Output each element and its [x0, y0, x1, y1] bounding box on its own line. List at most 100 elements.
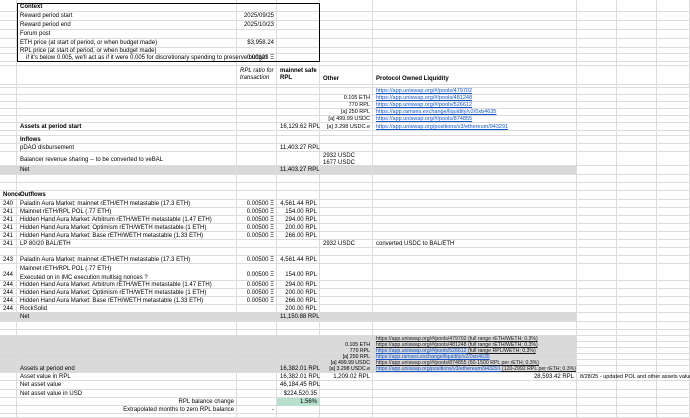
pol-link[interactable]: https://app.uniswap.org/#/pools/481248 — [376, 95, 472, 101]
outflow-nonce[interactable]: 244 — [0, 281, 17, 289]
outflow-desc[interactable]: Hidden Hand Aura Market: Optimism rETH/W… — [17, 224, 237, 232]
context-header[interactable]: Context — [17, 3, 237, 12]
outflow-desc[interactable]: Paladin Aura Market: mainnet rETH/ETH me… — [17, 256, 237, 264]
value-rpl-balance-change[interactable]: 1.56% — [277, 398, 320, 406]
outflow-amount[interactable]: 154.00 RPL — [277, 272, 320, 279]
col-header-other[interactable]: Other — [320, 76, 373, 83]
value-outflows-net[interactable]: 11,150.88 RPL — [277, 313, 320, 322]
other-asset[interactable]: [a] 499.99 USDC — [320, 116, 373, 123]
value-balancer-usdc[interactable]: 2932 USDC 1677 USDC — [320, 152, 373, 166]
outflow-amount[interactable]: 154.00 RPL — [277, 208, 320, 216]
pol-link[interactable]: https://app.uniswap.org/positions/v3/eth… — [373, 123, 577, 131]
outflow-nonce[interactable]: 241 — [0, 208, 17, 216]
outflow-amount[interactable]: 294.00 RPL — [277, 216, 320, 224]
outflow-desc[interactable]: Hidden Hand Aura Market: Arbitrum rETH/W… — [17, 216, 237, 224]
other-asset[interactable]: [a] 3.298 USDC.e — [320, 366, 373, 373]
col-header-pol[interactable]: Protocol Owned Liquidity — [373, 76, 577, 83]
col-header-rpl-ratio[interactable]: RPL ratio for transaction — [237, 66, 277, 85]
pol-link[interactable]: https://app.ramses.exchange/liquidity/v2… — [376, 109, 496, 115]
outflow-desc[interactable]: Mainnet rETH/RPL POL (.77 ETH) — [17, 208, 237, 216]
note-rpl-price-floor[interactable]: if it's below 0.005, we'll act as if it … — [17, 54, 237, 62]
outflow-desc[interactable]: Hidden Hand Aura Market: Arbitrum rETH/W… — [17, 281, 237, 289]
pol-link[interactable]: https://app.uniswap.org/#/pools/526612 — [376, 102, 472, 108]
label-rpl-balance-change[interactable]: RPL balance change — [17, 398, 237, 406]
note-pol-update[interactable]: 8/28/25 - updated POL and other assets v… — [577, 373, 690, 381]
outflow-ratio[interactable]: 0.00500 Ξ — [237, 289, 277, 297]
label-outflows-net[interactable]: Net — [17, 313, 237, 322]
outflow-ratio[interactable]: 0.00500 Ξ — [237, 208, 277, 216]
value-pol-rpl[interactable]: 28,593.42 RPL — [373, 373, 577, 381]
value-pdao-disbursement[interactable]: 11,403.27 RPL — [277, 144, 320, 152]
label-reward-period-start[interactable]: Reward period start — [17, 12, 237, 21]
outflow-amount[interactable]: 200.00 RPL — [277, 305, 320, 313]
outflow-nonce[interactable]: 243 — [0, 256, 17, 264]
outflow-desc[interactable]: Paladin Aura Market: mainnet rETH/ETH me… — [17, 200, 237, 208]
pol-link[interactable]: https://app.uniswap.org/#/pools/526612 — [373, 102, 577, 109]
outflow-ratio[interactable]: 0.00500 Ξ — [237, 272, 277, 279]
outflow-amount[interactable]: 294.00 RPL — [277, 281, 320, 289]
value-net-asset-value[interactable]: 46,184.45 RPL — [277, 381, 320, 390]
outflow-note[interactable]: converted USDC to BAL/ETH — [373, 240, 577, 248]
outflow-nonce[interactable]: 241 — [0, 224, 17, 232]
outflow-amount[interactable]: 266.00 RPL — [277, 232, 320, 240]
inflows-header[interactable]: Inflows — [17, 136, 237, 144]
outflow-amount[interactable]: 4,561.44 RPL — [277, 256, 320, 264]
outflow-nonce[interactable]: 244 — [0, 305, 17, 313]
pol-link[interactable]: https://app.uniswap.org/#/pools/874855 — [373, 116, 577, 123]
outflow-amount[interactable]: 200.00 RPL — [277, 224, 320, 232]
col-header-mainnet-safe-rpl[interactable]: mainnet safe RPL — [277, 66, 320, 85]
outflows-header[interactable]: Outflows — [17, 191, 237, 200]
value-assets-period-end[interactable]: 16,382.01 RPL — [277, 366, 320, 373]
value-inflows-net[interactable]: 11,403.27 RPL — [277, 166, 320, 175]
outflow-nonce[interactable]: 244 — [0, 297, 17, 305]
label-balancer-revenue[interactable]: Balancer revenue sharing -- to be conver… — [17, 157, 237, 164]
pol-link[interactable]: https://app.uniswap.org/positions/v3/eth… — [376, 366, 501, 372]
outflow-nonce[interactable]: 241 — [0, 240, 17, 248]
label-asset-value-rpl[interactable]: Asset value in RPL — [17, 373, 237, 381]
outflow-nonce[interactable]: 244 — [0, 289, 17, 297]
outflow-desc[interactable]: RockSolid — [17, 305, 237, 313]
outflow-ratio[interactable]: 0.00500 Ξ — [237, 297, 277, 305]
value-reward-period-start[interactable]: 2025/09/25 — [237, 12, 277, 21]
outflow-ratio[interactable]: 0.00500 Ξ — [237, 216, 277, 224]
outflow-nonce[interactable]: 241 — [0, 216, 17, 224]
other-asset[interactable]: 770 RPL — [320, 102, 373, 109]
pol-link[interactable]: https://app.uniswap.org/#/pools/481248 — [373, 95, 577, 102]
outflow-ratio[interactable]: 0.00500 Ξ — [237, 281, 277, 289]
other-asset[interactable]: [a] 250 RPL — [320, 109, 373, 116]
nonce-header[interactable]: Nonce — [0, 191, 17, 200]
outflow-desc[interactable]: LP 80/20 BAL/ETH — [17, 240, 237, 248]
outflow-other[interactable]: 2932 USDC — [320, 240, 373, 248]
label-forum-post[interactable]: Forum post — [17, 30, 237, 39]
outflow-amount[interactable]: 266.00 RPL — [277, 297, 320, 305]
outflow-ratio[interactable]: 0.00500 Ξ — [237, 232, 277, 240]
pol-link[interactable]: https://app.uniswap.org/#/pools/874855 — [376, 116, 472, 122]
outflow-ratio[interactable]: 0.00500 Ξ — [237, 200, 277, 208]
outflow-amount[interactable]: 4,561.44 RPL — [277, 200, 320, 208]
outflow-amount[interactable]: 200.00 RPL — [277, 289, 320, 297]
label-net-asset-value-usd[interactable]: Net asset value in USD — [17, 390, 237, 398]
label-assets-period-start[interactable]: Assets at period start — [17, 123, 237, 131]
pol-link[interactable]: https://app.ramses.exchange/liquidity/v2… — [373, 109, 577, 116]
value-extrapolated-months[interactable]: - — [237, 406, 277, 414]
outflow-nonce[interactable]: 240 — [0, 200, 17, 208]
value-eth-price[interactable]: $3,958.24 — [237, 39, 277, 48]
outflow-desc[interactable]: Hidden Hand Aura Market: Optimism rETH/W… — [17, 289, 237, 297]
label-inflows-net[interactable]: Net — [17, 166, 237, 175]
label-assets-period-end[interactable]: Assets at period end — [17, 366, 237, 373]
outflow-ratio[interactable]: 0.00500 Ξ — [237, 224, 277, 232]
label-reward-period-end[interactable]: Reward period end — [17, 21, 237, 30]
outflow-desc[interactable]: Hidden Hand Aura Market: Base rETH/WETH … — [17, 297, 237, 305]
pol-link[interactable]: https://app.uniswap.org/positions/v3/eth… — [376, 124, 508, 130]
other-asset[interactable]: 0.105 ETH — [320, 95, 373, 102]
label-extrapolated-months[interactable]: Extrapolated months to zero RPL balance — [17, 406, 237, 414]
outflow-ratio[interactable]: 0.00500 Ξ — [237, 256, 277, 264]
label-pdao-disbursement[interactable]: pDAO disbursement — [17, 144, 237, 152]
value-assets-period-start[interactable]: 16,129.62 RPL — [277, 123, 320, 131]
value-other-assets-rpl[interactable]: 1,209.02 RPL — [320, 373, 373, 381]
other-asset[interactable]: [a] 3.298 USDC.e — [320, 123, 373, 131]
pol-link[interactable]: https://app.uniswap.org/#/pools/479702 — [373, 88, 577, 95]
outflow-desc[interactable]: Mainnet rETH/RPL POL (.77 ETH) Executed … — [17, 264, 237, 281]
pol-link[interactable]: https://app.uniswap.org/positions/v3/eth… — [373, 366, 577, 373]
label-net-asset-value[interactable]: Net asset value — [17, 381, 237, 390]
